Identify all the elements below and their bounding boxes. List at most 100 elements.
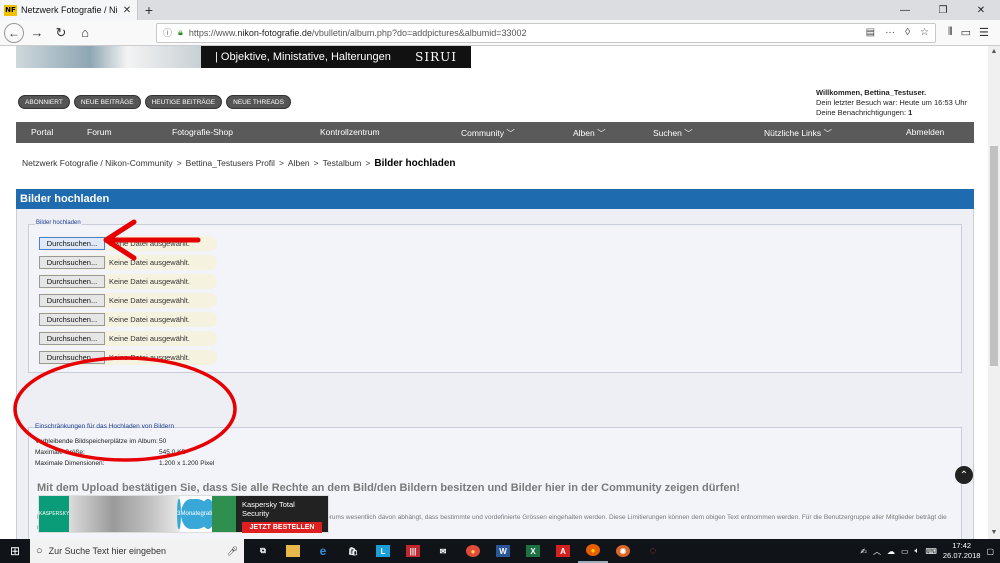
- restore-icon[interactable]: ❐: [924, 0, 962, 20]
- ad-logo: KASPERSKY: [39, 496, 70, 532]
- clock[interactable]: 17:42 26.07.2018: [943, 541, 981, 561]
- excel-icon[interactable]: X: [518, 539, 548, 563]
- kaspersky-ad[interactable]: KASPERSKY 3 Monate gratis Kaspersky Total …: [38, 495, 329, 533]
- tab-close-icon[interactable]: ✕: [121, 5, 133, 16]
- ad-product-box: [211, 496, 236, 532]
- file-input-3[interactable]: Durchsuchen... Keine Datei ausgewählt.: [39, 274, 217, 289]
- system-tray: ✍︎ ︿ ☁︎ ▭ 🔈︎ ⌨︎ 17:42 26.07.2018 ▢: [860, 541, 1000, 561]
- app-red-icon[interactable]: |||: [398, 539, 428, 563]
- file-input-7[interactable]: Durchsuchen... Keine Datei ausgewählt.: [39, 350, 217, 365]
- taskbar-search[interactable]: ○ Zur Suche Text hier eingeben 🎤︎: [30, 539, 244, 563]
- edge-icon[interactable]: e: [308, 539, 338, 563]
- task-view-icon[interactable]: ⧉: [248, 539, 278, 563]
- file-input-6[interactable]: Durchsuchen... Keine Datei ausgewählt.: [39, 331, 217, 346]
- breadcrumb: Netzwerk Fotografie / Nikon-Community > …: [22, 158, 456, 169]
- crumb-home[interactable]: Netzwerk Fotografie / Nikon-Community: [22, 158, 173, 168]
- pen-icon[interactable]: ✍︎: [860, 547, 867, 556]
- language-icon[interactable]: ⌨︎: [925, 547, 937, 556]
- ad-title: Kaspersky Total Security: [242, 500, 295, 518]
- scroll-down-icon[interactable]: ▼: [988, 527, 1000, 539]
- sidebar-icon[interactable]: ▭: [961, 26, 971, 39]
- chrome-icon[interactable]: ●: [458, 539, 488, 563]
- menu-icon[interactable]: ☰: [979, 26, 989, 39]
- pill-neue-threads[interactable]: NEUE THREADS: [226, 95, 291, 109]
- browser-navbar: ← → ↻ ⌂ ⓘ 🔒︎ https://www.nikon-fotografi…: [0, 20, 1000, 46]
- file-input-4[interactable]: Durchsuchen... Keine Datei ausgewählt.: [39, 293, 217, 308]
- browser-tab[interactable]: NF Netzwerk Fotografie / Nikon-C ✕: [0, 0, 138, 20]
- home-icon[interactable]: ⌂: [74, 22, 96, 44]
- app-ring-icon[interactable]: ◌: [638, 539, 668, 563]
- pill-heutige-beitraege[interactable]: HEUTIGE BEITRÄGE: [144, 95, 223, 109]
- info-icon[interactable]: ⓘ: [163, 26, 172, 39]
- welcome-line[interactable]: Willkommen, Bettina_Testuser.: [816, 88, 926, 97]
- windows-start-icon[interactable]: ⊞: [0, 539, 30, 563]
- reload-icon[interactable]: ↻: [50, 22, 72, 44]
- word-icon[interactable]: W: [488, 539, 518, 563]
- volume-icon[interactable]: 🔈︎: [915, 546, 920, 556]
- app-l-icon[interactable]: L: [368, 539, 398, 563]
- nav-abmelden[interactable]: Abmelden: [906, 127, 944, 137]
- crumb-testalbum[interactable]: Testalbum: [323, 158, 362, 168]
- scroll-thumb[interactable]: [990, 146, 998, 366]
- pill-neue-beitraege[interactable]: NEUE BEITRÄGE: [73, 95, 141, 109]
- store-icon[interactable]: 🛍︎: [338, 539, 368, 563]
- pocket-icon[interactable]: ◊: [905, 27, 910, 38]
- firefox-icon[interactable]: ●: [578, 539, 608, 563]
- minimize-icon[interactable]: —: [886, 0, 924, 20]
- close-window-icon[interactable]: ✕: [962, 0, 1000, 20]
- main-navigation: Portal Forum Fotografie-Shop Kontrollzen…: [16, 122, 974, 143]
- page-title: Bilder hochladen: [374, 158, 456, 169]
- file-status-6: Keine Datei ausgewählt.: [109, 334, 190, 343]
- crumb-alben[interactable]: Alben: [288, 158, 310, 168]
- browse-button-7[interactable]: Durchsuchen...: [39, 351, 105, 364]
- microphone-icon[interactable]: 🎤︎: [227, 546, 238, 557]
- file-input-1[interactable]: Durchsuchen... Keine Datei ausgewählt.: [39, 236, 217, 251]
- nav-alben[interactable]: Alben ﹀: [573, 127, 606, 139]
- bookmark-star-icon[interactable]: ☆: [920, 27, 929, 38]
- rights-confirmation: Mit dem Upload bestätigen Sie, dass Sie …: [37, 482, 740, 494]
- network-icon[interactable]: ▭: [901, 547, 909, 556]
- reader-view-icon[interactable]: ▤: [866, 27, 875, 38]
- scroll-up-icon[interactable]: ▲: [988, 46, 1000, 58]
- limit-max-size: Maximale Größe: 545,0 KB: [35, 449, 186, 456]
- onedrive-icon[interactable]: ☁︎: [887, 547, 895, 556]
- forward-icon[interactable]: →: [26, 22, 48, 44]
- nav-community[interactable]: Community ﹀: [461, 127, 515, 139]
- nav-nuetzliche-links[interactable]: Nützliche Links ﹀: [764, 127, 832, 139]
- nav-forum[interactable]: Forum: [87, 127, 112, 137]
- last-visit: Dein letzter Besuch war: Heute um 16:53 …: [816, 98, 967, 107]
- browse-button-5[interactable]: Durchsuchen...: [39, 313, 105, 326]
- back-icon[interactable]: ←: [4, 22, 24, 43]
- new-tab-icon[interactable]: +: [138, 0, 160, 20]
- browse-button-1[interactable]: Durchsuchen...: [39, 237, 105, 250]
- browse-button-6[interactable]: Durchsuchen...: [39, 332, 105, 345]
- browse-button-2[interactable]: Durchsuchen...: [39, 256, 105, 269]
- browse-button-3[interactable]: Durchsuchen...: [39, 275, 105, 288]
- acrobat-icon[interactable]: A: [548, 539, 578, 563]
- search-placeholder: Zur Suche Text hier eingeben: [48, 546, 167, 556]
- nav-suchen[interactable]: Suchen ﹀: [653, 127, 693, 139]
- scroll-to-top-icon[interactable]: ⌃: [955, 466, 973, 484]
- pill-abonniert[interactable]: ABONNIERT: [18, 95, 70, 109]
- library-icon[interactable]: ⫴: [948, 26, 953, 39]
- file-input-2[interactable]: Durchsuchen... Keine Datei ausgewählt.: [39, 255, 217, 270]
- page-scrollbar[interactable]: ▲ ▼: [988, 46, 1000, 539]
- tray-chevron-up-icon[interactable]: ︿: [873, 546, 881, 557]
- search-icon: ○: [36, 545, 43, 557]
- file-explorer-icon[interactable]: ■: [278, 539, 308, 563]
- page-actions-icon[interactable]: ···: [885, 27, 895, 38]
- site-favicon-icon: NF: [4, 4, 17, 16]
- nav-portal[interactable]: Portal: [31, 127, 53, 137]
- nav-kontrollzentrum[interactable]: Kontrollzentrum: [320, 127, 380, 137]
- file-input-5[interactable]: Durchsuchen... Keine Datei ausgewählt.: [39, 312, 217, 327]
- mail-icon[interactable]: ✉︎: [428, 539, 458, 563]
- browse-button-4[interactable]: Durchsuchen...: [39, 294, 105, 307]
- ad-cta-button[interactable]: JETZT BESTELLEN: [242, 522, 322, 533]
- ad-banner-top[interactable]: | Objektive, Ministative, Halterungen SI…: [16, 46, 471, 68]
- notifications[interactable]: Deine Benachrichtigungen: 1: [816, 108, 967, 118]
- crumb-profile[interactable]: Bettina_Testusers Profil: [186, 158, 275, 168]
- url-bar[interactable]: ⓘ 🔒︎ https://www.nikon-fotografie.de/vbu…: [156, 22, 936, 43]
- app-gear-icon[interactable]: ✹: [608, 539, 638, 563]
- nav-fotografie-shop[interactable]: Fotografie-Shop: [172, 127, 233, 137]
- notifications-icon[interactable]: ▢: [986, 547, 994, 556]
